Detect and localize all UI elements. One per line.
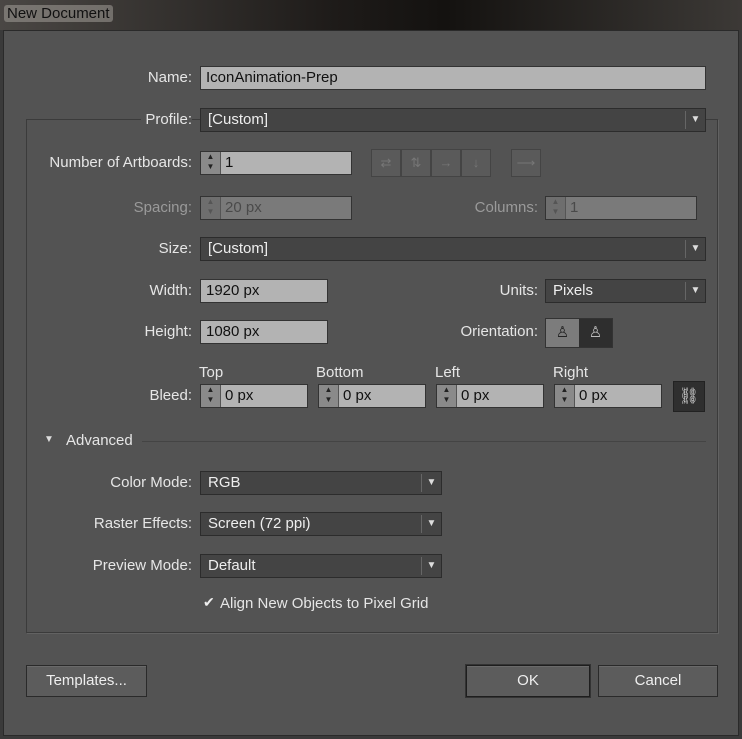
chevron-down-icon: ▼ (421, 515, 441, 533)
units-dropdown[interactable]: Pixels ▼ (545, 279, 706, 303)
portrait-icon[interactable]: ♙ (546, 319, 579, 347)
artboards-value[interactable]: 1 (221, 152, 351, 174)
preview-mode-value: Default (208, 557, 256, 574)
name-input[interactable]: IconAnimation-Prep (200, 66, 706, 90)
chevron-down-icon: ▼ (685, 282, 705, 300)
bleed-right-value[interactable]: 0 px (575, 385, 661, 407)
bleed-left-value[interactable]: 0 px (457, 385, 543, 407)
arrange-by-column-icon[interactable]: ↓ (461, 149, 491, 177)
orientation-label: Orientation: (460, 323, 538, 340)
bleed-bottom-stepper[interactable]: ▲ ▼ 0 px (318, 384, 426, 408)
dialog-title: New Document (4, 5, 113, 22)
chevron-down-icon: ▼ (685, 240, 705, 258)
artboards-stepper[interactable]: ▲ ▼ 1 (200, 151, 352, 175)
size-dropdown[interactable]: [Custom] ▼ (200, 237, 706, 261)
color-mode-dropdown[interactable]: RGB ▼ (200, 471, 442, 495)
cancel-button[interactable]: Cancel (598, 665, 718, 697)
bleed-bottom-label: Bottom (316, 364, 364, 381)
bleed-top-value[interactable]: 0 px (221, 385, 307, 407)
spacing-stepper[interactable]: ▲ ▼ 20 px (200, 196, 352, 220)
height-input[interactable]: 1080 px (200, 320, 328, 344)
columns-stepper[interactable]: ▲ ▼ 1 (545, 196, 697, 220)
bleed-right-stepper[interactable]: ▲ ▼ 0 px (554, 384, 662, 408)
align-pixel-grid-label[interactable]: Align New Objects to Pixel Grid (220, 595, 428, 612)
spacing-label: Spacing: (133, 199, 192, 216)
bleed-top-label: Top (199, 364, 224, 381)
artboards-label: Number of Artboards: (49, 154, 192, 171)
width-input[interactable]: 1920 px (200, 279, 328, 303)
preview-mode-dropdown[interactable]: Default ▼ (200, 554, 442, 578)
bleed-right-label: Right (553, 364, 589, 381)
units-value: Pixels (553, 282, 594, 299)
bleed-top-stepper[interactable]: ▲ ▼ 0 px (200, 384, 308, 408)
disclosure-triangle-icon[interactable]: ▼ (44, 434, 54, 445)
new-document-dialog: Name: IconAnimation-Prep Profile: [Custo… (3, 30, 739, 736)
profile-dropdown[interactable]: [Custom] ▼ (200, 108, 706, 132)
stepper-arrows-icon[interactable]: ▲ ▼ (319, 385, 339, 407)
stepper-arrows-icon[interactable]: ▲ ▼ (201, 197, 221, 219)
raster-effects-dropdown[interactable]: Screen (72 ppi) ▼ (200, 512, 442, 536)
spacing-value[interactable]: 20 px (221, 197, 351, 219)
link-icon[interactable]: ⛓ (673, 381, 705, 412)
grid-by-row-icon[interactable]: ⇄ (371, 149, 401, 177)
color-mode-label: Color Mode: (110, 474, 192, 491)
columns-label: Columns: (474, 199, 538, 216)
preview-mode-label: Preview Mode: (92, 557, 192, 574)
bleed-label: Bleed: (149, 387, 192, 404)
chevron-down-icon: ▼ (421, 557, 441, 575)
landscape-icon[interactable]: ♙ (579, 319, 612, 347)
name-label: Name: (147, 69, 192, 86)
templates-button[interactable]: Templates... (26, 665, 147, 697)
color-mode-value: RGB (208, 474, 241, 491)
bleed-left-stepper[interactable]: ▲ ▼ 0 px (436, 384, 544, 408)
stepper-arrows-icon[interactable]: ▲ ▼ (201, 385, 221, 407)
profile-value: [Custom] (208, 111, 269, 128)
orientation-buttons: ♙ ♙ (545, 318, 613, 348)
size-label: Size: (158, 240, 192, 257)
width-label: Width: (149, 282, 192, 299)
title-bar: New Document (0, 0, 742, 30)
grid-by-column-icon[interactable]: ⇅ (401, 149, 431, 177)
stepper-arrows-icon[interactable]: ▲ ▼ (546, 197, 566, 219)
right-to-left-icon[interactable]: ⟶ (511, 149, 541, 177)
raster-effects-label: Raster Effects: (93, 515, 192, 532)
advanced-divider (142, 441, 706, 442)
stepper-arrows-icon[interactable]: ▲ ▼ (201, 152, 221, 174)
chevron-down-icon: ▼ (685, 111, 705, 129)
ok-button[interactable]: OK (466, 665, 590, 697)
profile-label: Profile: (141, 111, 192, 128)
advanced-toggle[interactable]: Advanced (66, 432, 133, 449)
units-label: Units: (499, 282, 538, 299)
stepper-arrows-icon[interactable]: ▲ ▼ (555, 385, 575, 407)
raster-effects-value: Screen (72 ppi) (208, 515, 311, 532)
arrange-by-row-icon[interactable]: → (431, 149, 461, 177)
align-pixel-grid-checkbox[interactable]: ✔ (203, 595, 216, 609)
chevron-down-icon: ▼ (421, 474, 441, 492)
size-value: [Custom] (208, 240, 269, 257)
stepper-arrows-icon[interactable]: ▲ ▼ (437, 385, 457, 407)
columns-value[interactable]: 1 (566, 197, 696, 219)
height-label: Height: (144, 323, 192, 340)
bleed-left-label: Left (435, 364, 461, 381)
bleed-bottom-value[interactable]: 0 px (339, 385, 425, 407)
